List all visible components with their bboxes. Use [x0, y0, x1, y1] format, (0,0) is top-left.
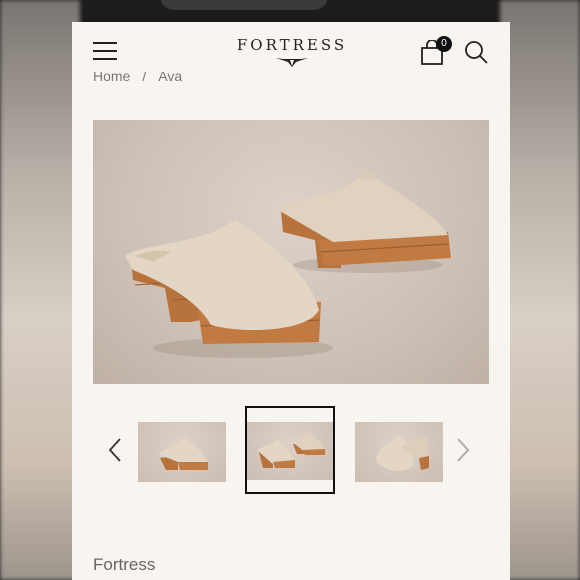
brand-name: FORTRESS: [236, 36, 348, 54]
gallery-thumbnail[interactable]: [138, 422, 226, 482]
brand-logo[interactable]: FORTRESS: [212, 36, 372, 68]
gallery-prev-arrow-icon[interactable]: [106, 435, 124, 465]
breadcrumb: Home / Ava: [93, 72, 182, 90]
hamburger-menu-icon[interactable]: [93, 42, 117, 62]
blurred-backdrop-left: [0, 0, 80, 580]
breadcrumb-home-link[interactable]: Home: [93, 72, 130, 84]
brand-wings-icon: [276, 58, 308, 67]
phone-screen: FORTRESS 0 Home / Ava Fortress: [72, 22, 510, 580]
product-main-image[interactable]: [93, 120, 489, 384]
gallery-thumbnail[interactable]: [355, 422, 443, 482]
selected-thumbnail-frame[interactable]: [245, 406, 335, 494]
breadcrumb-separator: /: [142, 72, 147, 84]
blurred-backdrop-right: [500, 0, 580, 580]
device-notch: [160, 0, 328, 10]
gallery-next-arrow-icon[interactable]: [454, 435, 472, 465]
search-icon[interactable]: [464, 40, 488, 64]
shopping-bag-icon[interactable]: 0: [420, 36, 452, 68]
clog-pair-illustration: [125, 172, 451, 358]
breadcrumb-current: Ava: [158, 72, 183, 84]
thumbnail-clog-pair-image: [257, 432, 325, 468]
cart-count-badge: 0: [436, 36, 452, 52]
product-vendor[interactable]: Fortress: [93, 555, 155, 575]
thumbnail-clog-image: [158, 438, 208, 470]
thumbnail-clog-top-image: [376, 436, 429, 471]
